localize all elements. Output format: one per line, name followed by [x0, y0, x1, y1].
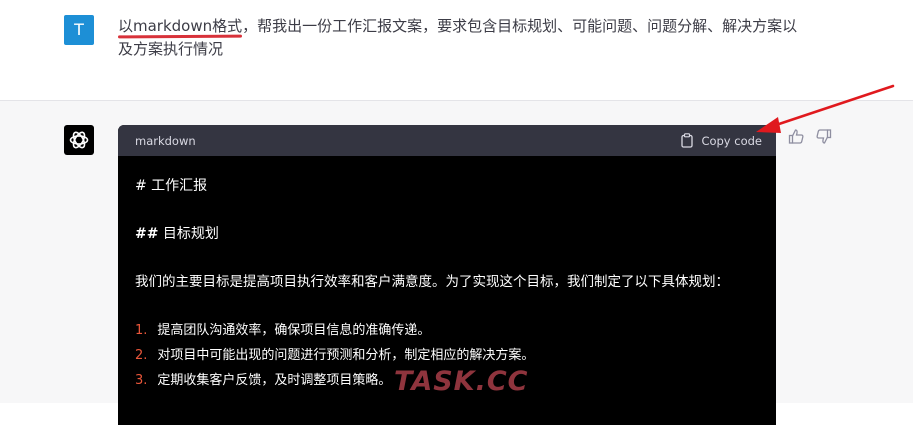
list-number: 2.: [135, 348, 148, 363]
list-item: 1. 提高团队沟通效率，确保项目信息的准确传递。: [135, 318, 759, 343]
code-block-header: markdown Copy code: [118, 125, 776, 156]
list-number: 3.: [135, 373, 148, 388]
user-message-row: T 以markdown格式 ，帮我出一份工作汇报文案，要求包含目标规划、可能问题、…: [0, 0, 913, 100]
openai-logo-icon: [64, 125, 94, 155]
highlighted-phrase: 以markdown格式: [117, 17, 243, 39]
thumbs-down-icon[interactable]: [815, 128, 832, 145]
watermark: TASK.CC: [394, 366, 529, 397]
list-text: 提高团队沟通效率，确保项目信息的准确传递。: [157, 323, 431, 338]
thumbs-up-icon[interactable]: [788, 128, 805, 145]
markdown-hash: ##: [135, 226, 159, 242]
list-number: 1.: [135, 323, 148, 338]
feedback-buttons: [788, 128, 832, 145]
clipboard-icon: [681, 133, 694, 148]
copy-code-label: Copy code: [701, 133, 762, 148]
assistant-message-row: markdown Copy code # 工作汇报 ## 目标规划 我们的主要目…: [0, 101, 913, 425]
list-text: 对项目中可能出现的问题进行预测和分析，制定相应的解决方案。: [157, 348, 535, 363]
code-language-label: markdown: [135, 133, 196, 148]
user-message-text: 以markdown格式 ，帮我出一份工作汇报文案，要求包含目标规划、可能问题、问题…: [117, 15, 798, 61]
copy-code-button[interactable]: Copy code: [681, 133, 762, 148]
list-item: 2. 对项目中可能出现的问题进行预测和分析，制定相应的解决方案。: [135, 343, 759, 368]
red-underline-annotation: [117, 34, 243, 39]
code-line-h2: ## 目标规划: [135, 222, 759, 246]
code-line-paragraph: 我们的主要目标是提高项目执行效率和客户满意度。为了实现这个目标，我们制定了以下具…: [135, 274, 729, 290]
user-avatar: T: [64, 15, 94, 45]
code-line-h1: # 工作汇报: [135, 178, 208, 194]
list-text: 定期收集客户反馈，及时调整项目策略。: [157, 373, 392, 388]
h2-text: 目标规划: [162, 226, 219, 242]
